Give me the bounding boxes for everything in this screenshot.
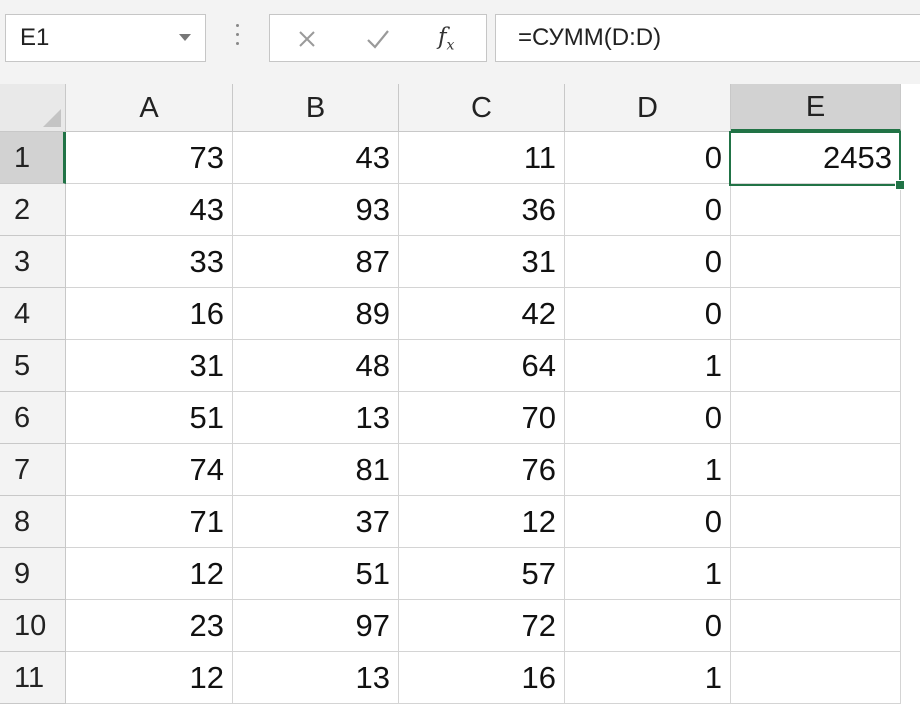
column-header-e[interactable]: E <box>731 84 901 132</box>
cell-a2[interactable]: 43 <box>66 184 233 236</box>
cell-c7[interactable]: 76 <box>399 444 565 496</box>
cell-b6[interactable]: 13 <box>233 392 399 444</box>
row-header-3[interactable]: 3 <box>0 236 66 288</box>
formula-bar: E1 fx =СУММ(D:D) <box>0 0 920 84</box>
cell-d7[interactable]: 1 <box>565 444 731 496</box>
cell-b3[interactable]: 87 <box>233 236 399 288</box>
cell-c6[interactable]: 70 <box>399 392 565 444</box>
cell-d3[interactable]: 0 <box>565 236 731 288</box>
cell-d10[interactable]: 0 <box>565 600 731 652</box>
more-options-icon[interactable] <box>236 24 240 50</box>
row-header-10[interactable]: 10 <box>0 600 66 652</box>
cell-c10[interactable]: 72 <box>399 600 565 652</box>
cell-d2[interactable]: 0 <box>565 184 731 236</box>
cell-a3[interactable]: 33 <box>66 236 233 288</box>
cell-c5[interactable]: 64 <box>399 340 565 392</box>
cell-a4[interactable]: 16 <box>66 288 233 340</box>
cell-b4[interactable]: 89 <box>233 288 399 340</box>
row-header-2[interactable]: 2 <box>0 184 66 236</box>
column-header-d[interactable]: D <box>565 84 731 132</box>
row-header-4[interactable]: 4 <box>0 288 66 340</box>
cell-b7[interactable]: 81 <box>233 444 399 496</box>
cell-b9[interactable]: 51 <box>233 548 399 600</box>
cell-d8[interactable]: 0 <box>565 496 731 548</box>
close-icon[interactable] <box>297 29 317 49</box>
cell-d5[interactable]: 1 <box>565 340 731 392</box>
cell-c2[interactable]: 36 <box>399 184 565 236</box>
cell-c4[interactable]: 42 <box>399 288 565 340</box>
cell-e10[interactable] <box>731 600 901 652</box>
name-box[interactable]: E1 <box>5 14 206 62</box>
cell-d6[interactable]: 0 <box>565 392 731 444</box>
formula-input[interactable]: =СУММ(D:D) <box>495 14 920 62</box>
insert-function-icon[interactable]: fx <box>438 24 454 54</box>
cell-a10[interactable]: 23 <box>66 600 233 652</box>
cell-a11[interactable]: 12 <box>66 652 233 704</box>
row-header-11[interactable]: 11 <box>0 652 66 704</box>
cell-e4[interactable] <box>731 288 901 340</box>
cell-e9[interactable] <box>731 548 901 600</box>
row-header-5[interactable]: 5 <box>0 340 66 392</box>
cell-e2[interactable] <box>731 184 901 236</box>
cell-e7[interactable] <box>731 444 901 496</box>
row-header-6[interactable]: 6 <box>0 392 66 444</box>
cell-d9[interactable]: 1 <box>565 548 731 600</box>
cell-a1[interactable]: 73 <box>66 132 233 184</box>
cell-c1[interactable]: 11 <box>399 132 565 184</box>
cell-c3[interactable]: 31 <box>399 236 565 288</box>
cell-d1[interactable]: 0 <box>565 132 731 184</box>
cell-e8[interactable] <box>731 496 901 548</box>
name-box-value: E1 <box>20 24 50 51</box>
cell-b8[interactable]: 37 <box>233 496 399 548</box>
row-header-1[interactable]: 1 <box>0 132 66 184</box>
cell-e11[interactable] <box>731 652 901 704</box>
cell-a8[interactable]: 71 <box>66 496 233 548</box>
chevron-down-icon[interactable] <box>179 34 191 41</box>
column-header-b[interactable]: B <box>233 84 399 132</box>
cell-c8[interactable]: 12 <box>399 496 565 548</box>
row-header-7[interactable]: 7 <box>0 444 66 496</box>
cell-a7[interactable]: 74 <box>66 444 233 496</box>
cell-d11[interactable]: 1 <box>565 652 731 704</box>
cell-c11[interactable]: 16 <box>399 652 565 704</box>
cell-b5[interactable]: 48 <box>233 340 399 392</box>
cell-a5[interactable]: 31 <box>66 340 233 392</box>
cell-b11[interactable]: 13 <box>233 652 399 704</box>
formula-buttons: fx <box>269 14 487 62</box>
check-icon[interactable] <box>366 28 390 50</box>
cell-b10[interactable]: 97 <box>233 600 399 652</box>
row-header-9[interactable]: 9 <box>0 548 66 600</box>
cell-c9[interactable]: 57 <box>399 548 565 600</box>
cell-e5[interactable] <box>731 340 901 392</box>
cell-b2[interactable]: 93 <box>233 184 399 236</box>
cell-b1[interactable]: 43 <box>233 132 399 184</box>
cell-e3[interactable] <box>731 236 901 288</box>
cell-e6[interactable] <box>731 392 901 444</box>
cell-d4[interactable]: 0 <box>565 288 731 340</box>
column-header-c[interactable]: C <box>399 84 565 132</box>
fill-handle[interactable] <box>895 180 905 190</box>
select-all-button[interactable] <box>0 84 66 132</box>
row-header-8[interactable]: 8 <box>0 496 66 548</box>
cell-a6[interactable]: 51 <box>66 392 233 444</box>
cell-a9[interactable]: 12 <box>66 548 233 600</box>
active-cell-border <box>729 131 901 186</box>
column-header-a[interactable]: A <box>66 84 233 132</box>
